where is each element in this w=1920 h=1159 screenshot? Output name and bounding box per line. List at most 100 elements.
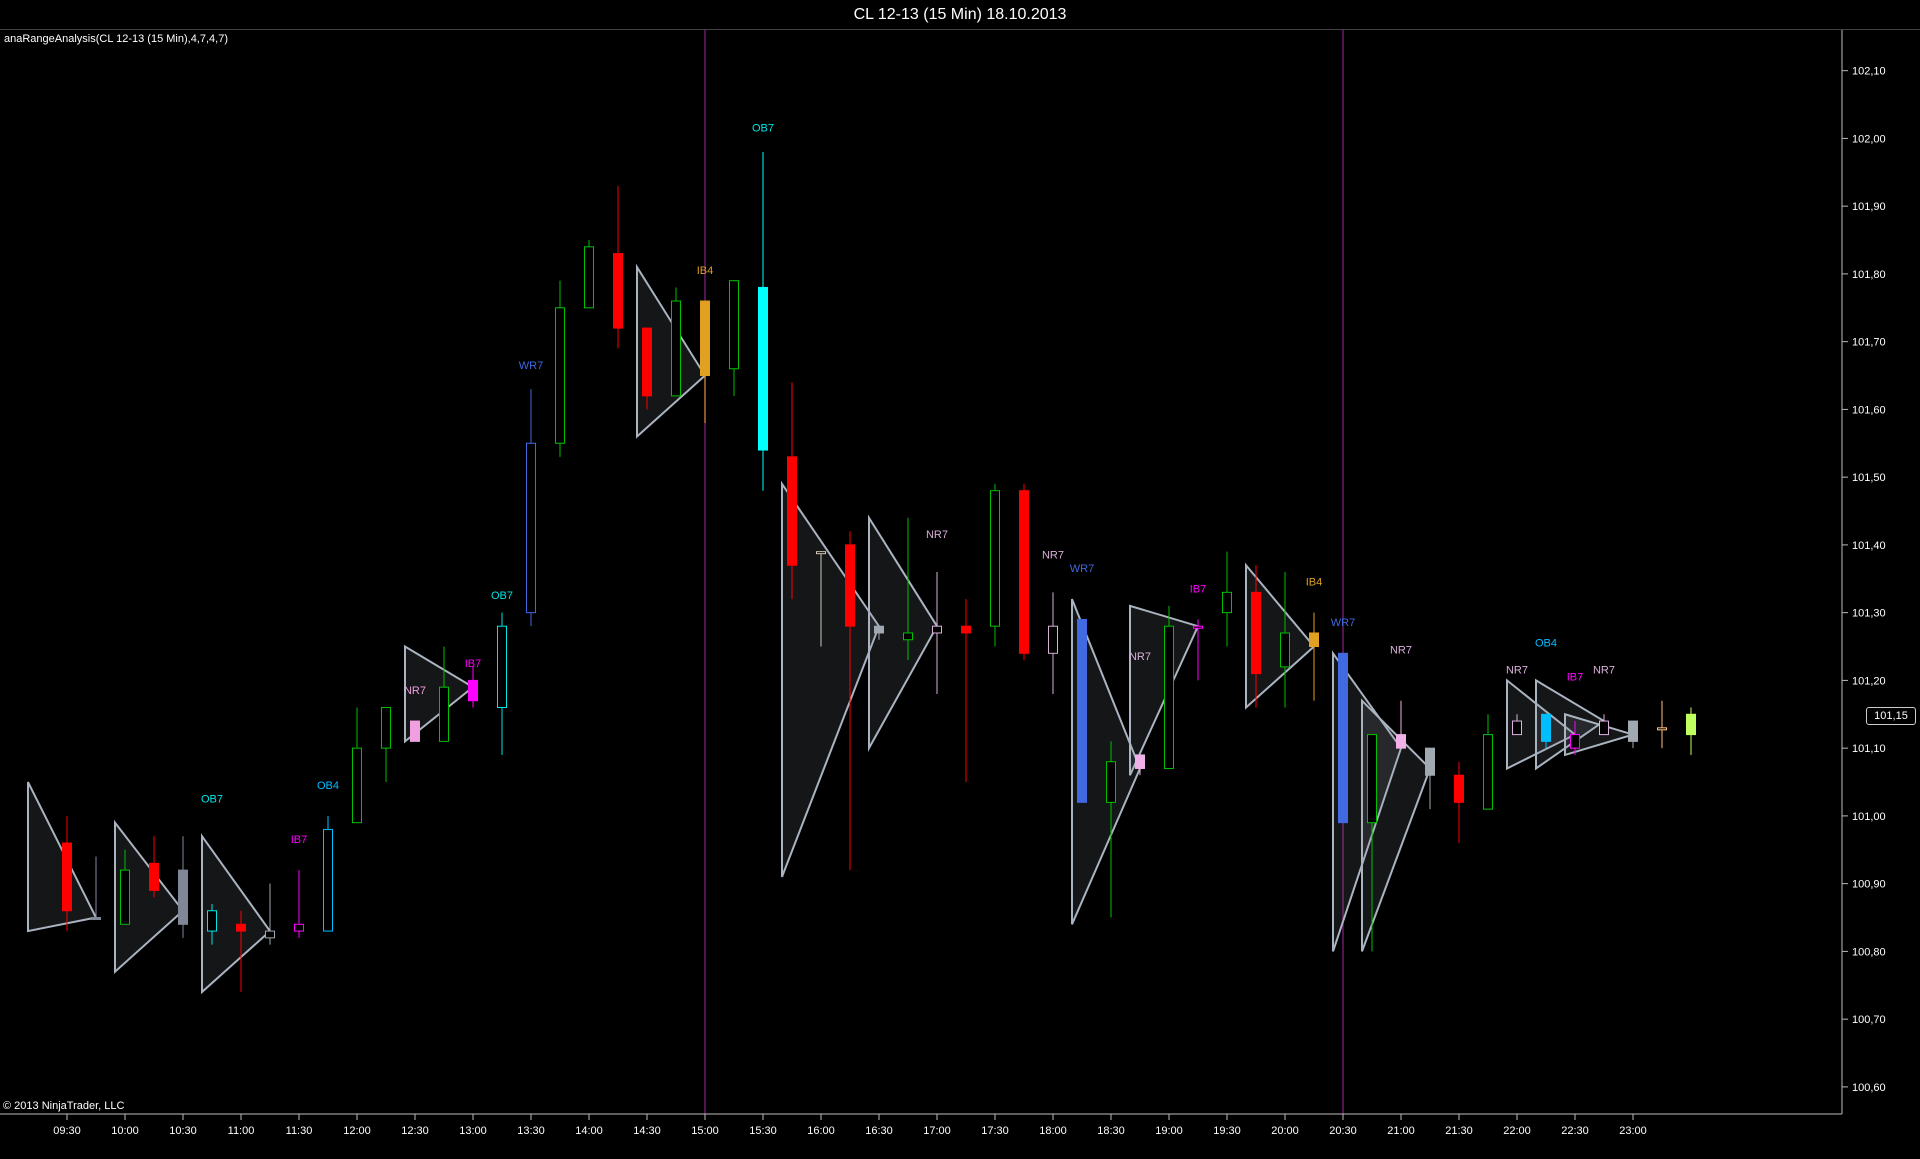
time-tick-label: 13:00 <box>459 1125 487 1137</box>
candle-body <box>758 286 768 451</box>
candle-body <box>1396 734 1406 749</box>
candle-body <box>120 869 130 925</box>
range-label: NR7 <box>1593 665 1615 677</box>
range-label: WR7 <box>519 360 543 372</box>
range-label: NR7 <box>1506 665 1528 677</box>
candle-body <box>91 917 101 921</box>
price-tick-label: 101,50 <box>1852 472 1886 484</box>
time-tick-label: 22:00 <box>1503 1125 1531 1137</box>
price-tick-label: 100,70 <box>1852 1014 1886 1026</box>
candle-body <box>932 625 942 634</box>
candle-body <box>468 679 478 702</box>
last-price-marker: 101,15 <box>1866 707 1916 725</box>
time-tick-label: 20:00 <box>1271 1125 1299 1137</box>
range-label: OB4 <box>317 780 339 792</box>
candle-body <box>236 923 246 932</box>
range-label: OB7 <box>491 590 513 602</box>
time-tick-label: 14:00 <box>575 1125 603 1137</box>
time-tick-label: 18:00 <box>1039 1125 1067 1137</box>
candle-body <box>1657 727 1667 731</box>
candlestick-chart[interactable]: OB7 IB7 OB4 NR7 IB7 OB7 WR7 IB4 OB7 NR7 NR7 WR7 NR7 I… <box>0 30 1920 1159</box>
price-tick-label: 101,00 <box>1852 811 1886 823</box>
candle-body <box>1193 625 1203 629</box>
range-label: NR7 <box>1042 549 1064 561</box>
candle-body <box>555 307 565 444</box>
candle-body <box>62 842 72 912</box>
range-label: OB7 <box>752 123 774 135</box>
price-tick-label: 100,90 <box>1852 879 1886 891</box>
candle-body <box>1541 713 1551 742</box>
candle-body <box>1367 734 1377 824</box>
candle-body <box>381 707 391 749</box>
candle-body <box>439 686 449 742</box>
candle-body <box>1164 625 1174 769</box>
time-tick-label: 17:30 <box>981 1125 1009 1137</box>
candle-body <box>642 327 652 397</box>
candle-body <box>323 828 333 932</box>
time-tick-label: 19:00 <box>1155 1125 1183 1137</box>
range-label: NR7 <box>1390 644 1412 656</box>
range-label: WR7 <box>1331 617 1355 629</box>
time-tick-label: 16:30 <box>865 1125 893 1137</box>
range-label: NR7 <box>404 685 426 697</box>
time-tick-label: 13:30 <box>517 1125 545 1137</box>
candle-body <box>1454 774 1464 803</box>
time-tick-label: 18:30 <box>1097 1125 1125 1137</box>
price-tick-label: 100,80 <box>1852 946 1886 958</box>
time-tick-label: 19:30 <box>1213 1125 1241 1137</box>
candle-body <box>787 456 797 566</box>
candle-body <box>178 869 188 925</box>
candle-body <box>1251 591 1261 675</box>
plot-background <box>0 30 1920 1159</box>
candle-body <box>584 246 594 309</box>
candle-body <box>497 625 507 709</box>
candle-body <box>1686 713 1696 736</box>
time-tick-label: 10:30 <box>169 1125 197 1137</box>
time-tick-label: 22:30 <box>1561 1125 1589 1137</box>
candle-body <box>265 930 275 939</box>
time-tick-label: 09:30 <box>53 1125 81 1137</box>
price-tick-label: 101,40 <box>1852 540 1886 552</box>
candle-body <box>671 300 681 397</box>
time-tick-label: 15:30 <box>749 1125 777 1137</box>
range-label: WR7 <box>1070 563 1094 575</box>
candle-body <box>1077 618 1087 803</box>
time-tick-label: 17:00 <box>923 1125 951 1137</box>
candle-body <box>729 280 739 370</box>
price-tick-label: 101,30 <box>1852 608 1886 620</box>
candle-body <box>207 910 217 932</box>
candle-body <box>1512 720 1522 736</box>
time-tick-label: 11:00 <box>228 1125 255 1137</box>
candle-body <box>294 923 304 932</box>
candle-body <box>1425 747 1435 776</box>
price-tick-label: 102,10 <box>1852 66 1886 78</box>
time-tick-label: 21:30 <box>1445 1125 1473 1137</box>
candle-body <box>149 862 159 891</box>
window-title: CL 12-13 (15 Min) 18.10.2013 <box>853 6 1067 23</box>
time-tick-label: 10:00 <box>111 1125 139 1137</box>
candle-body <box>613 253 623 329</box>
candle-body <box>845 544 855 627</box>
candle-body <box>700 300 710 377</box>
price-tick-label: 100,60 <box>1852 1082 1886 1094</box>
candle-body <box>526 442 536 614</box>
candle-body <box>1106 761 1116 803</box>
range-label: IB7 <box>291 834 308 846</box>
range-label: IB7 <box>1190 583 1207 595</box>
range-label: IB4 <box>697 265 714 277</box>
window-titlebar: CL 12-13 (15 Min) 18.10.2013 <box>0 0 1920 30</box>
time-tick-label: 20:30 <box>1329 1125 1357 1137</box>
time-tick-label: 16:00 <box>807 1125 835 1137</box>
time-tick-label: 14:30 <box>633 1125 661 1137</box>
candle-body <box>1135 754 1145 769</box>
time-tick-label: 23:00 <box>1619 1125 1647 1137</box>
time-tick-label: 21:00 <box>1387 1125 1415 1137</box>
candle-body <box>903 632 913 641</box>
candle-body <box>1048 625 1058 654</box>
range-label: OB7 <box>201 793 223 805</box>
price-tick-label: 101,10 <box>1852 743 1886 755</box>
candle-body <box>352 747 362 824</box>
price-tick-label: 101,80 <box>1852 269 1886 281</box>
candle-body <box>410 720 420 742</box>
price-tick-label: 101,60 <box>1852 404 1886 416</box>
